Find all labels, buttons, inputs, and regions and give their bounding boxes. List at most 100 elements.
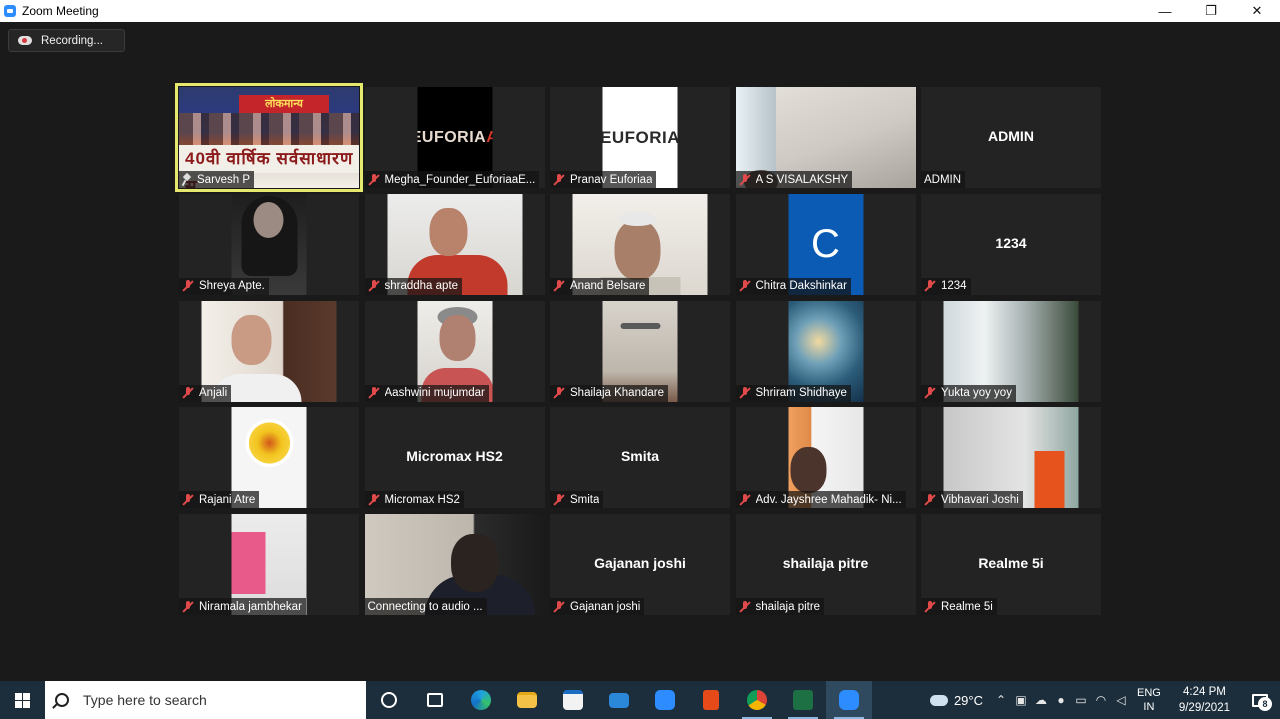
search-icon (55, 693, 69, 707)
office-icon (703, 690, 719, 710)
mic-muted-icon (368, 173, 380, 186)
participant-name: Anand Belsare (570, 280, 646, 293)
mic-muted-icon (182, 493, 194, 506)
office-button[interactable] (688, 681, 734, 719)
weather-widget[interactable]: 29°C (929, 692, 983, 708)
participant-tile[interactable]: लोकमान्य 40वी वार्षिक सर्वसाधारण स Sarve… (175, 83, 363, 192)
mic-muted-icon (368, 493, 380, 506)
participant-nametag: Pranav Euforiaa (550, 171, 657, 188)
notification-count: 8 (1258, 697, 1272, 711)
mic-muted-icon (553, 600, 565, 613)
participant-tile[interactable]: Gajanan joshi Gajanan joshi (550, 514, 730, 615)
participant-tile[interactable]: Micromax HS2 Micromax HS2 (364, 407, 545, 509)
participant-tile[interactable]: Vibhavari Joshi (921, 407, 1101, 509)
participant-tile[interactable]: Yukta yoy yoy (921, 300, 1101, 402)
chevron-up-icon[interactable]: ⌃ (991, 681, 1011, 719)
person-face (231, 314, 272, 365)
start-button[interactable] (0, 681, 45, 719)
store-button[interactable] (550, 681, 596, 719)
zoom-window: Zoom Meeting — ❐ ✕ Recording... लोकमान्य… (0, 0, 1280, 719)
participant-tile[interactable]: shailaja pitre shailaja pitre (735, 514, 916, 615)
restore-button[interactable]: ❐ (1188, 0, 1234, 22)
participant-tile[interactable]: EUFORIAA Megha_Founder_EuforiaaE... (364, 87, 545, 188)
weather-temperature: 29°C (953, 692, 983, 708)
participant-tile[interactable]: Anjali (179, 300, 359, 402)
participant-name: Adv. Jayshree Mahadik- Ni... (755, 493, 902, 506)
taskbar-search-box[interactable]: Type here to search (45, 681, 366, 719)
logo-text: EUFORIA (417, 128, 487, 146)
mic-muted-icon (924, 493, 936, 506)
zoom-meeting-button[interactable] (826, 681, 872, 719)
mail-button[interactable] (596, 681, 642, 719)
person-face (429, 207, 467, 256)
participant-tile[interactable]: 1234 1234 (921, 193, 1101, 295)
participant-tile[interactable]: Niramala jambhekar (179, 514, 359, 615)
mail-icon (609, 692, 629, 708)
microphone-icon[interactable]: ● (1051, 681, 1071, 719)
wifi-icon[interactable]: ◠ (1091, 681, 1111, 719)
participant-nametag: Micromax HS2 (364, 491, 464, 509)
hanging-cloth (1034, 451, 1065, 509)
participant-tile[interactable]: A S VISALAKSHY (735, 87, 916, 188)
participant-tile[interactable]: Connecting to audio ... (364, 514, 545, 615)
windows-logo-icon (15, 692, 30, 708)
action-center-button[interactable]: 8 (1240, 681, 1280, 719)
mic-muted-icon (553, 280, 565, 292)
participant-tile[interactable]: Shailaja Khandare (550, 300, 730, 402)
person-face (790, 447, 826, 494)
participant-tile[interactable]: Rajani Atre (179, 407, 359, 509)
participant-name: Chitra Dakshinkar (755, 280, 847, 293)
clock[interactable]: 4:24 PM 9/29/2021 (1179, 684, 1230, 716)
recording-indicator[interactable]: Recording... (8, 29, 125, 52)
stage-people (179, 113, 359, 145)
participant-tile[interactable]: Aashwini mujumdar (364, 300, 545, 402)
participant-tile[interactable]: Shriram Shidhaye (735, 300, 916, 402)
participant-tile[interactable]: Shreya Apte. (179, 193, 359, 295)
close-button[interactable]: ✕ (1234, 0, 1280, 22)
participant-tile[interactable]: Smita Smita (550, 407, 730, 509)
edge-button[interactable] (458, 681, 504, 719)
participant-tile[interactable]: Adv. Jayshree Mahadik- Ni... (735, 407, 916, 509)
zoom-app-button[interactable] (642, 681, 688, 719)
participant-tile[interactable]: shraddha apte (364, 193, 545, 295)
participant-name: Anjali (199, 387, 228, 399)
ceiling-fan (620, 322, 661, 329)
participant-name: Smita (570, 493, 600, 506)
participant-name: Gajanan joshi (570, 600, 641, 613)
participant-tile[interactable]: EUFORIA Pranav Euforiaa (550, 87, 730, 188)
recording-label: Recording... (41, 34, 104, 47)
language-indicator[interactable]: ENG IN (1137, 686, 1161, 714)
participant-name: Pranav Euforiaa (570, 173, 653, 186)
onedrive-icon[interactable]: ☁ (1031, 681, 1051, 719)
mic-muted-icon (182, 600, 194, 613)
file-explorer-button[interactable] (504, 681, 550, 719)
mic-muted-icon (739, 493, 751, 506)
participant-nametag: Smita (550, 491, 604, 509)
battery-icon[interactable]: ▭ (1071, 681, 1091, 719)
participant-tile[interactable]: ADMIN ADMIN (921, 87, 1101, 188)
participant-tile[interactable]: Realme 5i Realme 5i (921, 514, 1101, 615)
participant-tile[interactable]: C Chitra Dakshinkar (735, 193, 916, 295)
participant-nametag: Gajanan joshi (550, 598, 645, 615)
gallery-grid: लोकमान्य 40वी वार्षिक सर्वसाधारण स Sarve… (175, 83, 1101, 615)
participant-name: Yukta yoy yoy (941, 387, 1012, 399)
mic-muted-icon (739, 280, 751, 292)
participant-name: A S VISALAKSHY (755, 173, 849, 186)
person-face (450, 534, 499, 592)
volume-icon[interactable]: ◁ (1111, 681, 1131, 719)
windows-taskbar: Type here to search 29°C ⌃ ▣ ☁ ● ▭ ◠ ◁ E… (0, 681, 1280, 719)
pin-icon (182, 174, 192, 186)
zoom-meeting-icon (839, 690, 859, 710)
cortana-icon (381, 692, 397, 708)
system-tray: 29°C ⌃ ▣ ☁ ● ▭ ◠ ◁ ENG IN 4:24 PM 9/29/2… (929, 681, 1280, 719)
task-view-button[interactable] (412, 681, 458, 719)
excel-button[interactable] (780, 681, 826, 719)
meet-now-icon[interactable]: ▣ (1011, 681, 1031, 719)
chrome-button[interactable] (734, 681, 780, 719)
cortana-button[interactable] (366, 681, 412, 719)
person-hair (618, 211, 657, 226)
participant-tile[interactable]: Anand Belsare (550, 193, 730, 295)
participant-nametag: Chitra Dakshinkar (735, 277, 851, 295)
participant-display-name: Gajanan joshi (594, 555, 686, 571)
minimize-button[interactable]: — (1142, 0, 1188, 22)
